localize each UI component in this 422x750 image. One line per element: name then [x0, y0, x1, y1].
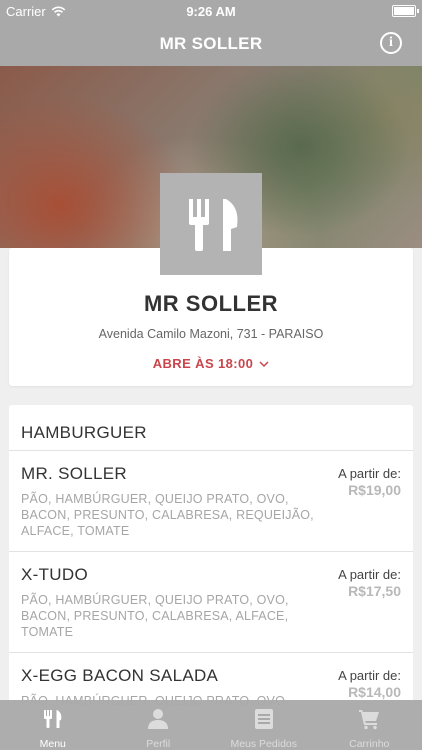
navigation-bar: MR SOLLER i [0, 22, 422, 66]
item-price: R$19,00 [348, 482, 401, 498]
opening-hours-toggle[interactable]: ABRE ÀS 18:00 [9, 356, 413, 371]
price-label: A partir de: [338, 466, 401, 481]
tab-label: Carrinho [349, 738, 390, 750]
status-right [392, 5, 419, 17]
price-label: A partir de: [338, 567, 401, 582]
tab-orders[interactable]: Meus Pedidos [211, 700, 317, 750]
menu-item[interactable]: X-EGG BACON SALADA PÃO, HAMBÚRGUER, QUEI… [9, 652, 413, 705]
tab-bar: Menu Perfil Meus Pedidos Carrinho [0, 700, 422, 750]
tab-label: Meus Pedidos [230, 738, 298, 750]
page-title: MR SOLLER [159, 34, 263, 53]
battery-icon [392, 5, 419, 17]
restaurant-address: Avenida Camilo Mazoni, 731 - PARAISO [98, 327, 324, 341]
tab-label: Menu [39, 738, 66, 750]
cart-icon [359, 710, 380, 730]
restaurant-name: MR SOLLER [143, 291, 279, 316]
item-description: PÃO, HAMBÚRGUER, QUEIJO PRATO, OVO, BACO… [21, 593, 289, 639]
price-label: A partir de: [338, 668, 401, 683]
fork-knife-icon [43, 710, 62, 728]
item-price: R$14,00 [348, 684, 401, 700]
tab-profile[interactable]: Perfil [106, 700, 212, 750]
restaurant-logo [160, 173, 262, 275]
item-price: R$17,50 [348, 583, 401, 599]
category-title: HAMBURGUER [21, 423, 147, 442]
menu-item[interactable]: MR. SOLLER PÃO, HAMBÚRGUER, QUEIJO PRATO… [9, 450, 413, 551]
orders-list-icon [254, 709, 273, 729]
status-bar: Carrier 9:26 AM [0, 0, 422, 22]
menu-item[interactable]: X-TUDO PÃO, HAMBÚRGUER, QUEIJO PRATO, OV… [9, 551, 413, 652]
status-time: 9:26 AM [186, 4, 236, 19]
item-name: X-EGG BACON SALADA [21, 666, 219, 685]
tab-label: Perfil [146, 738, 171, 750]
item-name: X-TUDO [21, 565, 88, 584]
tab-cart[interactable]: Carrinho [317, 700, 422, 750]
tab-menu[interactable]: Menu [0, 700, 106, 750]
user-icon [148, 709, 169, 729]
opening-hours-label: ABRE ÀS 18:00 [152, 356, 254, 371]
chevron-down-icon [259, 361, 269, 368]
info-icon[interactable]: i [380, 32, 402, 54]
fork-knife-icon [189, 199, 238, 251]
item-description: PÃO, HAMBÚRGUER, QUEIJO PRATO, OVO, BACO… [21, 492, 314, 538]
item-name: MR. SOLLER [21, 464, 127, 483]
menu-list: HAMBURGUER MR. SOLLER PÃO, HAMBÚRGUER, Q… [9, 405, 413, 705]
